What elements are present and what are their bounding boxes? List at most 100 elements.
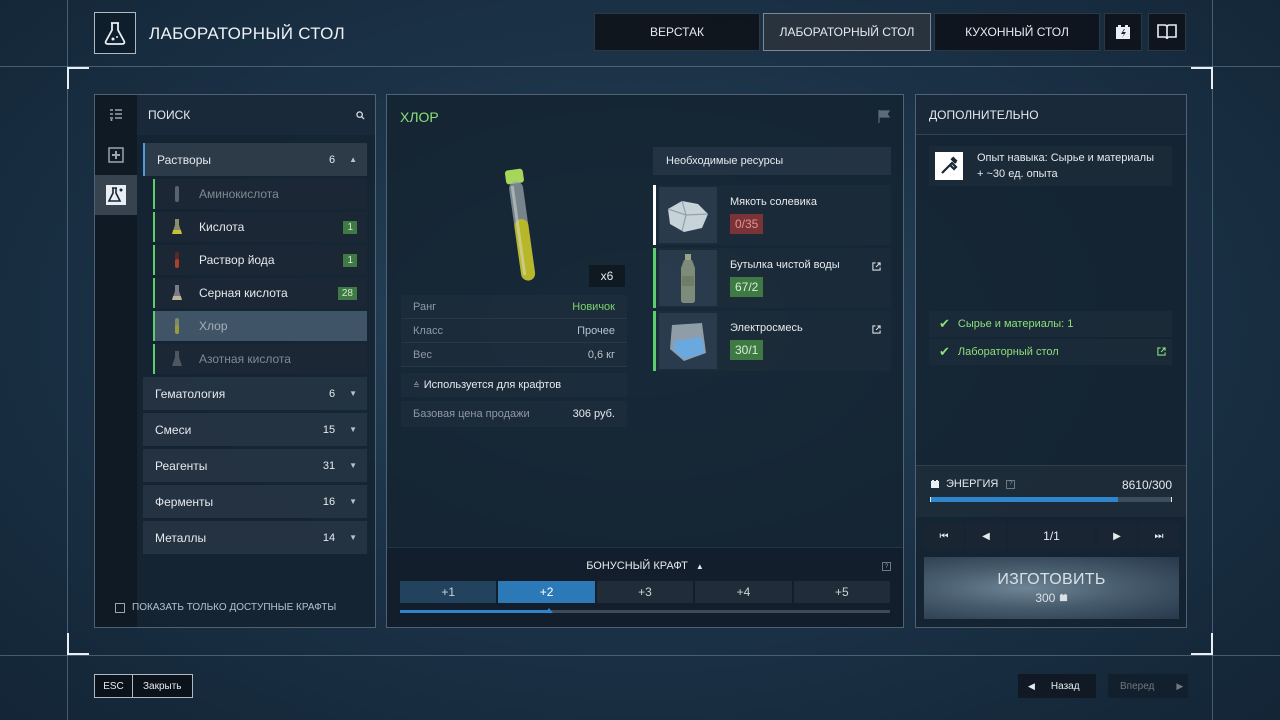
test-tube-icon (167, 185, 187, 203)
external-link-icon[interactable] (872, 323, 881, 337)
list-item[interactable]: Кислота 1 (153, 212, 367, 242)
list-item[interactable]: Аминокислота (153, 179, 367, 209)
category-label: Растворы (157, 152, 211, 167)
water-bottle-icon (659, 250, 717, 306)
energy-label: ЭНЕРГИЯ (946, 478, 999, 490)
list-item-label: Хлор (199, 319, 228, 333)
required-resources-heading: Необходимые ресурсы (653, 147, 891, 175)
search-icon[interactable] (356, 110, 365, 120)
battery-icon (931, 480, 939, 488)
skill-name: Опыт навыка: Сырье и материалы (977, 152, 1154, 164)
available-only-label: ПОКАЗАТЬ ТОЛЬКО ДОСТУПНЫЕ КРАФТЫ (132, 602, 337, 613)
bonus-progress-marker (545, 608, 553, 613)
external-link-icon[interactable] (1157, 345, 1166, 359)
category-enzymes[interactable]: Ферменты 16 ▼ (143, 485, 367, 518)
page-indicator: 1/1 (1008, 523, 1095, 549)
requirement-row: ✔ Сырье и материалы: 1 (929, 311, 1172, 337)
page-title: ЛАБОРАТОРНЫЙ СТОЛ (149, 24, 345, 43)
item-title: ХЛОР (400, 109, 439, 125)
chevron-up-icon: ≙ (413, 380, 420, 390)
prev-page-button[interactable]: ◀ (966, 523, 1006, 549)
book-icon (1157, 24, 1177, 40)
tab-lab-table[interactable]: ЛАБОРАТОРНЫЙ СТОЛ (763, 13, 931, 51)
requirement-label: Лабораторный стол (957, 346, 1059, 358)
craft-button-label: ИЗГОТОВИТЬ (997, 571, 1106, 588)
tab-workbench[interactable]: ВЕРСТАК (594, 13, 760, 51)
chevron-down-icon: ▼ (349, 425, 357, 434)
chevron-left-icon: ◀ (1028, 680, 1035, 691)
category-reagents[interactable]: Реагенты 31 ▼ (143, 449, 367, 482)
bonus-craft-section: БОНУСНЫЙ КРАФТ ▲ ? +1 +2 +3 +4 +5 (387, 547, 903, 627)
requirement-label: Сырье и материалы: 1 (957, 318, 1074, 330)
owned-count-badge: 28 (337, 286, 357, 300)
external-link-icon[interactable] (872, 260, 881, 274)
chevron-right-icon: ▶ (1176, 680, 1184, 691)
sort-button[interactable] (95, 95, 137, 135)
owned-count-badge: 1 (343, 253, 357, 267)
used-for-crafts[interactable]: ≙ Используется для крафтов (401, 373, 627, 397)
chevron-down-icon: ▼ (349, 533, 357, 542)
skill-xp: + ~30 ед. опыта (977, 168, 1058, 180)
tab-kitchen-table[interactable]: КУХОННЫЙ СТОЛ (934, 13, 1100, 51)
wrench-icon (935, 152, 963, 180)
bonus-step[interactable]: +4 (695, 581, 792, 603)
list-item-selected[interactable]: Хлор (153, 311, 367, 341)
bonus-craft-toggle[interactable]: БОНУСНЫЙ КРАФТ ▲ (387, 560, 903, 572)
energy-battery-button[interactable] (1104, 13, 1142, 51)
bonus-step[interactable]: +2 (498, 581, 595, 603)
recipe-book-button[interactable] (1148, 13, 1186, 51)
resource-name: Электросмесь (730, 322, 803, 334)
chevron-down-icon: ▼ (349, 497, 357, 506)
category-solutions[interactable]: Растворы 6 ▲ (143, 143, 367, 176)
available-only-checkbox[interactable] (115, 602, 125, 613)
battery-icon (1059, 593, 1067, 602)
bonus-step[interactable]: +1 (400, 581, 497, 603)
search-input[interactable] (148, 108, 356, 122)
category-label: Смеси (155, 422, 192, 437)
category-metals[interactable]: Металлы 14 ▼ (143, 521, 367, 554)
available-only-toggle[interactable]: ПОКАЗАТЬ ТОЛЬКО ДОСТУПНЫЕ КРАФТЫ (115, 602, 336, 613)
forward-button[interactable]: Вперед ▶ (1108, 674, 1188, 698)
recipe-list-panel: Растворы 6 ▲ Аминокислота Кислота 1 Раст… (94, 94, 376, 628)
back-button[interactable]: ◀ Назад (1018, 674, 1096, 698)
bonus-step[interactable]: +5 (793, 581, 891, 603)
list-item[interactable]: Серная кислота 28 (153, 278, 367, 308)
esc-key: ESC (95, 675, 133, 697)
craft-count-pager: ⏮ ◀ 1/1 ▶ ⏭ (924, 523, 1179, 549)
help-icon[interactable]: ? (1006, 479, 1016, 489)
category-hematology[interactable]: Гематология 6 ▼ (143, 377, 367, 410)
close-button[interactable]: ESC Закрыть (94, 674, 193, 698)
energy-value: 8610/300 (1121, 478, 1172, 492)
next-page-button[interactable]: ▶ (1097, 523, 1137, 549)
flask-icon (167, 284, 187, 302)
craft-cost: 300 (1035, 591, 1067, 605)
resource-row[interactable]: Бутылка чистой воды 67/2 (653, 248, 891, 308)
flag-icon[interactable] (877, 109, 891, 126)
list-item[interactable]: Раствор йода 1 (153, 245, 367, 275)
category-count: 15 (322, 423, 336, 436)
item-properties: Ранг Новичок Класс Прочее Вес 0,6 кг (401, 295, 627, 367)
output-quantity: x6 (589, 265, 625, 287)
category-label: Реагенты (155, 458, 208, 473)
resource-row[interactable]: Электросмесь 30/1 (653, 311, 891, 371)
category-count: 31 (322, 459, 336, 472)
filter-chemistry-button[interactable] (95, 175, 137, 215)
last-page-button[interactable]: ⏭ (1139, 523, 1179, 549)
bonus-step[interactable]: +3 (596, 581, 694, 603)
craft-cost-value: 300 (1035, 591, 1056, 605)
first-page-button[interactable]: ⏮ (924, 523, 964, 549)
owned-count-badge: 1 (343, 220, 357, 234)
resource-row[interactable]: Мякоть солевика 0/35 (653, 185, 891, 245)
prop-class: Класс Прочее (401, 319, 627, 343)
list-item[interactable]: Азотная кислота (153, 344, 367, 374)
close-label: Закрыть (143, 680, 182, 692)
category-list: Растворы 6 ▲ Аминокислота Кислота 1 Раст… (143, 143, 367, 557)
requirement-row[interactable]: ✔ Лабораторный стол (929, 339, 1172, 365)
chemistry-icon (106, 185, 126, 205)
craft-button[interactable]: ИЗГОТОВИТЬ 300 (924, 557, 1179, 619)
resource-name: Бутылка чистой воды (730, 259, 840, 271)
category-count: 14 (322, 531, 336, 544)
filter-medical-button[interactable] (95, 135, 137, 175)
category-mixtures[interactable]: Смеси 15 ▼ (143, 413, 367, 446)
help-icon[interactable]: ? (882, 562, 891, 571)
